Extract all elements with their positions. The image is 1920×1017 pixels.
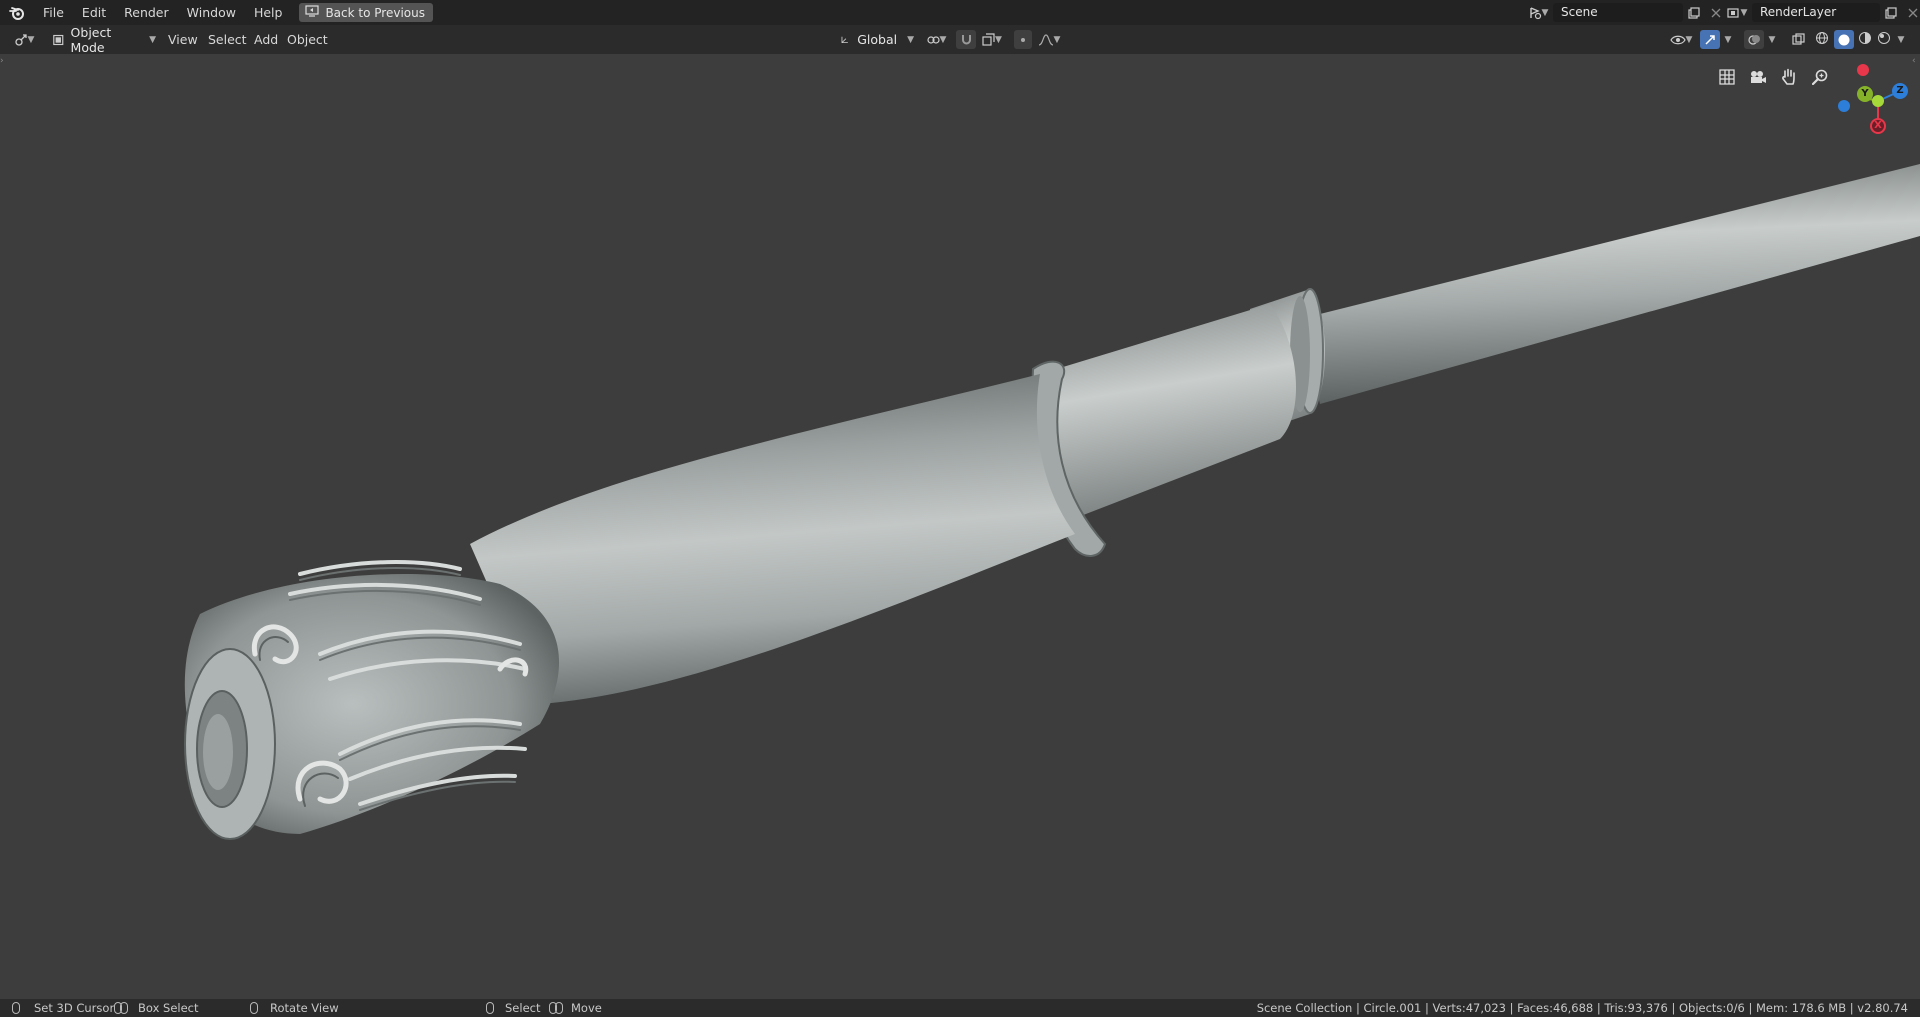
sidebar-expand-icon[interactable]: ‹ — [1912, 54, 1920, 68]
3d-viewport[interactable]: Y Z X › ‹ — [0, 54, 1920, 999]
menu-window[interactable]: Window — [178, 0, 245, 25]
add-menu[interactable]: Add — [254, 30, 278, 49]
blender-logo-icon[interactable] — [0, 0, 34, 25]
gizmo-y-axis[interactable]: Y — [1857, 86, 1873, 102]
chevron-down-icon: ▼ — [27, 34, 35, 45]
shading-mode-group — [1813, 30, 1893, 49]
mouse-left-icon — [12, 1002, 20, 1014]
object-mode-icon — [53, 34, 64, 45]
camera-icon[interactable] — [1745, 64, 1771, 90]
pivot-icon — [926, 35, 940, 44]
wireframe-shading-icon[interactable] — [1815, 31, 1829, 48]
zoom-icon[interactable] — [1807, 64, 1833, 90]
mouse-middle-icon — [250, 1002, 258, 1014]
overlay-dropdown[interactable]: ▼ — [1765, 30, 1779, 49]
scene-selector: ▼ Scene — [1523, 3, 1727, 22]
hint-set-3d-cursor: Set 3D Cursor — [34, 1001, 115, 1015]
chevron-down-icon: ▼ — [149, 34, 156, 45]
overlay-toggle[interactable] — [1744, 30, 1764, 49]
shading-dropdown[interactable]: ▼ — [1894, 30, 1908, 49]
status-bar: Set 3D Cursor Box Select Rotate View Sel… — [0, 999, 1920, 1017]
gizmo-neg-x-handle[interactable] — [1857, 64, 1869, 76]
mouse-left-icon — [120, 1002, 128, 1014]
material-shading-icon[interactable] — [1858, 31, 1872, 48]
select-menu[interactable]: Select — [208, 30, 247, 49]
hint-rotate-view: Rotate View — [270, 1001, 339, 1015]
menu-file[interactable]: File — [34, 0, 73, 25]
grid-icon[interactable] — [1714, 64, 1740, 90]
viewport-header: ▼ Object Mode ▼ View Select Add Object G… — [0, 25, 1920, 55]
transform-orientation-dropdown[interactable]: Global ▼ — [836, 30, 914, 49]
proportional-edit-toggle[interactable] — [1014, 30, 1032, 49]
delete-layer-icon[interactable] — [1902, 3, 1920, 22]
orientation-label: Global — [857, 32, 898, 47]
gizmo-x-axis[interactable]: X — [1870, 118, 1886, 134]
gizmo-neg-y-handle[interactable] — [1872, 95, 1884, 107]
gizmo-dropdown[interactable]: ▼ — [1721, 30, 1735, 49]
mouse-right-icon — [486, 1002, 494, 1014]
overlay-icon — [1747, 35, 1760, 45]
model-render — [184, 164, 1920, 840]
hint-select: Select — [505, 1001, 541, 1015]
object-menu[interactable]: Object — [287, 30, 328, 49]
mode-dropdown[interactable]: Object Mode ▼ — [48, 25, 156, 55]
render-layer-icon[interactable]: ▼ — [1722, 3, 1752, 22]
snap-toggle[interactable] — [956, 30, 976, 49]
scene-type-icon[interactable]: ▼ — [1523, 3, 1553, 22]
new-layer-icon[interactable] — [1880, 3, 1902, 22]
xray-icon — [1791, 33, 1805, 45]
gizmo-neg-z-handle[interactable] — [1838, 100, 1850, 112]
new-scene-icon[interactable] — [1683, 3, 1705, 22]
back-button-label: Back to Previous — [325, 5, 425, 20]
gizmo-toggle[interactable] — [1700, 30, 1720, 49]
back-to-previous-button[interactable]: Back to Previous — [299, 3, 433, 22]
hint-box-select: Box Select — [138, 1001, 199, 1015]
falloff-curve-icon — [1038, 33, 1053, 46]
mouse-right-icon — [555, 1002, 563, 1014]
snap-increment-icon — [982, 33, 995, 46]
pivot-point-dropdown[interactable]: ▼ — [922, 30, 950, 49]
back-screen-icon — [305, 5, 320, 20]
scene-name-field[interactable]: Scene — [1553, 3, 1683, 22]
orientation-axes-icon — [841, 36, 848, 43]
gizmo-z-axis[interactable]: Z — [1892, 83, 1908, 99]
toolbar-expand-icon[interactable]: › — [0, 54, 8, 68]
proportional-icon — [1021, 37, 1025, 42]
view-layer-selector: ▼ RenderLayer — [1722, 3, 1920, 22]
gizmo-icon — [1704, 35, 1715, 45]
hint-move: Move — [571, 1001, 602, 1015]
xray-toggle[interactable] — [1788, 30, 1808, 49]
navigation-gizmo[interactable]: Y Z X — [1830, 64, 1910, 144]
snap-target-dropdown[interactable]: ▼ — [978, 30, 1006, 49]
scene-statistics: Scene Collection | Circle.001 | Verts:47… — [1256, 1001, 1908, 1015]
magnet-icon — [961, 35, 971, 45]
visibility-dropdown[interactable]: ▼ — [1666, 30, 1696, 49]
falloff-dropdown[interactable]: ▼ — [1034, 30, 1064, 49]
top-menu-bar: File Edit Render Window Help Back to Pre… — [0, 0, 1920, 25]
solid-shading-icon[interactable] — [1833, 30, 1854, 49]
menu-help[interactable]: Help — [245, 0, 292, 25]
mode-label: Object Mode — [70, 24, 112, 55]
eye-icon — [1669, 35, 1686, 44]
pan-hand-icon[interactable] — [1776, 64, 1802, 90]
render-layer-field[interactable]: RenderLayer — [1752, 3, 1880, 22]
rendered-shading-icon[interactable] — [1877, 31, 1891, 48]
view-menu[interactable]: View — [168, 30, 198, 49]
menu-render[interactable]: Render — [115, 0, 178, 25]
editor-type-button[interactable]: ▼ — [8, 30, 40, 49]
menu-edit[interactable]: Edit — [73, 0, 115, 25]
